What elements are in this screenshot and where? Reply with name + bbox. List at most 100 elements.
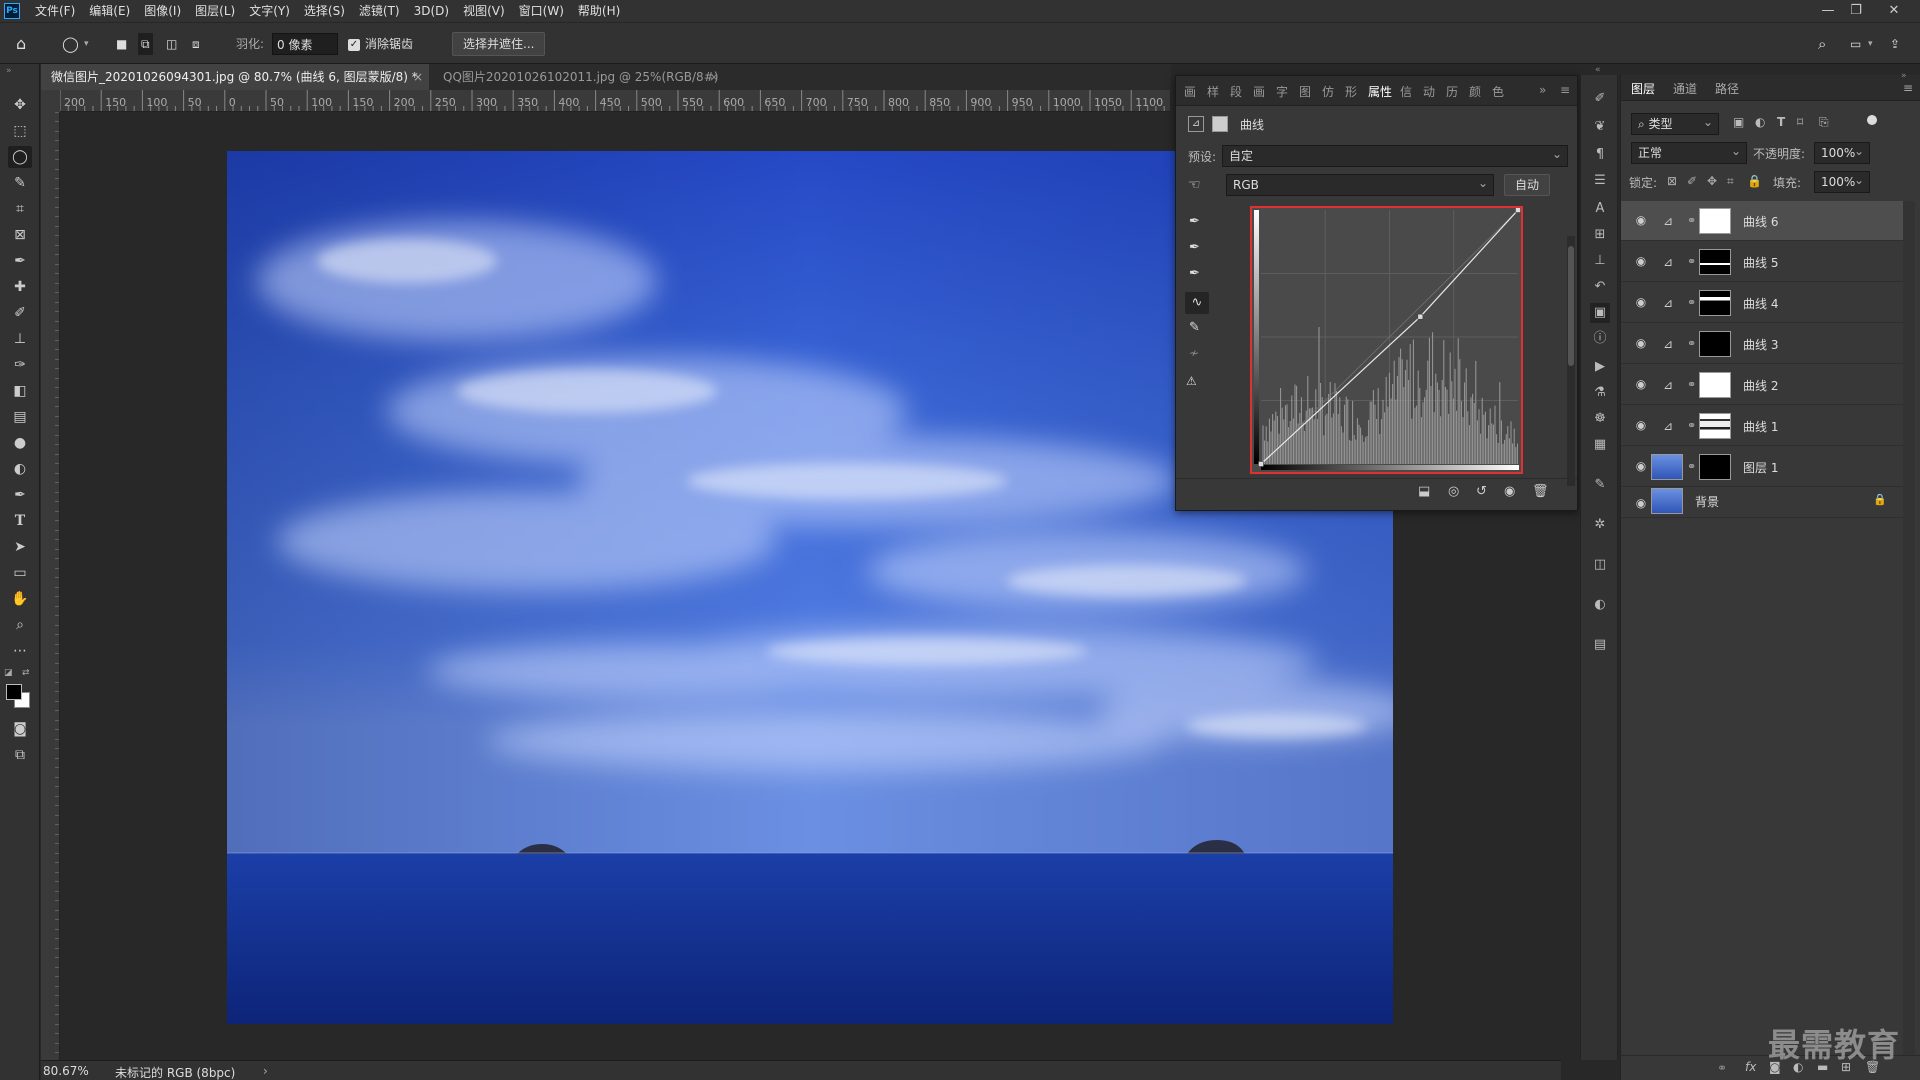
filter-type-icon[interactable]: T <box>1777 115 1785 129</box>
properties-tab[interactable]: 画 <box>1184 83 1196 100</box>
frame-tool-icon[interactable]: ⊠ <box>8 224 32 246</box>
menu-item[interactable]: 3D(D) <box>407 0 456 22</box>
preset-dropdown-icon[interactable]: ▾ <box>84 33 89 55</box>
more-tools-icon[interactable]: ⋯ <box>8 640 32 662</box>
curves-canvas[interactable] <box>1252 207 1521 472</box>
history-brush-tool-icon[interactable]: ✑ <box>8 354 32 376</box>
visibility-eye-icon[interactable]: ◉ <box>1633 418 1649 432</box>
properties-tab[interactable]: 动 <box>1423 83 1435 100</box>
link-chain-icon[interactable]: ⚭ <box>1687 336 1696 352</box>
table-panel-icon[interactable]: ▦ <box>1590 435 1610 455</box>
on-image-adjust-icon[interactable]: ☜ <box>1188 177 1201 193</box>
workspace-dropdown-icon[interactable]: ▾ <box>1868 33 1873 55</box>
zoom-level[interactable]: 80.67% <box>43 1064 89 1078</box>
clip-to-layer-icon[interactable]: ⬓ <box>1418 484 1430 499</box>
layer-mask-thumbnail[interactable] <box>1699 331 1731 357</box>
layer-mask-thumbnail[interactable] <box>1699 208 1731 234</box>
lock-all-icon[interactable]: 🔒 <box>1747 174 1762 188</box>
smooth-curve-icon[interactable]: ≁ <box>1189 346 1199 360</box>
move-tool-icon[interactable]: ✥ <box>8 94 32 116</box>
opacity-input[interactable]: 100% <box>1814 141 1870 164</box>
menu-item[interactable]: 编辑(E) <box>82 0 137 22</box>
menu-item[interactable]: 帮助(H) <box>571 0 627 22</box>
white-point-eyedropper-icon[interactable]: ✒ <box>1189 266 1200 281</box>
properties-tab[interactable]: 字 <box>1276 83 1288 100</box>
channels-mixer-icon[interactable]: ☸ <box>1590 409 1610 429</box>
status-expand-icon[interactable]: › <box>263 1064 268 1078</box>
antialias-checkbox[interactable]: ✓ 消除锯齿 <box>348 33 413 55</box>
curve-control-point[interactable] <box>1417 313 1424 320</box>
layer-name[interactable]: 图层 1 <box>1743 459 1778 476</box>
layer-mask-thumbnail[interactable] <box>1699 454 1731 480</box>
collapse-toolbar-icon[interactable]: » <box>6 66 12 76</box>
filter-adjustment-icon[interactable]: ◐ <box>1755 115 1765 129</box>
clone-source-icon[interactable]: ⊥ <box>1590 251 1610 271</box>
history-panel-icon[interactable]: ↶ <box>1590 277 1610 297</box>
libraries-panel-icon[interactable]: ◫ <box>1590 555 1610 575</box>
channel-dropdown[interactable]: RGB <box>1226 173 1494 196</box>
gradient-tool-icon[interactable]: ▤ <box>8 406 32 428</box>
layer-mask-thumbnail[interactable] <box>1699 372 1731 398</box>
layer-row[interactable]: ◉ ⊿ ⚭ 曲线 3 <box>1621 324 1903 364</box>
layers-scrollbar[interactable] <box>1903 201 1915 1061</box>
path-select-tool-icon[interactable]: ➤ <box>8 536 32 558</box>
properties-tab[interactable]: 段 <box>1230 83 1242 100</box>
filter-smart-object-icon[interactable]: ⎘ <box>1819 115 1829 130</box>
layer-name[interactable]: 曲线 3 <box>1743 336 1778 353</box>
feather-input[interactable]: 0 像素 <box>272 33 338 55</box>
notes-panel-icon[interactable]: ✎ <box>1590 475 1610 495</box>
new-selection-icon[interactable]: ■ <box>116 33 127 55</box>
fill-input[interactable]: 100% <box>1814 170 1870 193</box>
visibility-eye-icon[interactable]: ◉ <box>1633 377 1649 391</box>
add-selection-icon[interactable]: ⧉ <box>138 33 153 55</box>
properties-tab[interactable]: 色 <box>1492 83 1504 100</box>
delete-adjustment-icon[interactable]: 🗑 <box>1532 484 1549 499</box>
adjust-panel-icon[interactable]: ⚗ <box>1590 383 1610 403</box>
properties-tab[interactable]: 历 <box>1446 83 1458 100</box>
intersect-selection-icon[interactable]: ⧈ <box>192 33 200 55</box>
layer-name[interactable]: 曲线 2 <box>1743 377 1778 394</box>
curve-control-point[interactable] <box>1258 461 1264 467</box>
brush-settings-icon[interactable]: ✐ <box>1590 89 1610 109</box>
visibility-eye-icon[interactable]: ◉ <box>1633 496 1649 510</box>
tab-document-1[interactable]: 微信图片_20201026094301.jpg @ 80.7% (曲线 6, 图… <box>41 64 429 90</box>
workspace-icon[interactable]: ▭ <box>1850 33 1861 55</box>
view-previous-state-icon[interactable]: ◎ <box>1448 484 1459 499</box>
layer-mask-icon[interactable] <box>1212 116 1228 132</box>
scrollbar-thumb[interactable] <box>1568 246 1574 366</box>
filter-pixel-icon[interactable]: ▣ <box>1733 115 1744 129</box>
default-colors-icon[interactable]: ◪ <box>4 668 13 678</box>
visibility-eye-icon[interactable]: ◉ <box>1633 295 1649 309</box>
visibility-eye-icon[interactable]: ◉ <box>1633 336 1649 350</box>
filter-shape-icon[interactable]: ⌑ <box>1797 115 1803 129</box>
layer-name[interactable]: 背景 <box>1695 493 1719 510</box>
brushes-panel-icon[interactable]: ❦ <box>1590 117 1610 137</box>
layer-mask-thumbnail[interactable] <box>1699 290 1731 316</box>
menu-item[interactable]: 窗口(W) <box>512 0 571 22</box>
info-panel-icon[interactable]: ⓘ <box>1590 329 1610 349</box>
visibility-eye-icon[interactable]: ◉ <box>1633 254 1649 268</box>
close-button[interactable]: ✕ <box>1880 0 1908 22</box>
3d-panel-icon[interactable]: ✲ <box>1590 515 1610 535</box>
layer-row[interactable]: ◉ ⊿ ⚭ 曲线 1 <box>1621 406 1903 446</box>
adjustments-panel-icon[interactable]: ◐ <box>1590 595 1610 615</box>
layer-row[interactable]: ◉ ⊿ ⚭ 曲线 6 <box>1621 201 1903 241</box>
subtract-selection-icon[interactable]: ◫ <box>166 33 177 55</box>
properties-tab[interactable]: 样 <box>1207 83 1219 100</box>
layer-mask-thumbnail[interactable] <box>1699 413 1731 439</box>
layers-tab[interactable]: 图层 <box>1631 80 1655 97</box>
expand-panels-icon[interactable]: » <box>1539 83 1546 97</box>
menu-item[interactable]: 选择(S) <box>297 0 352 22</box>
stamp-tool-icon[interactable]: ⊥ <box>8 328 32 350</box>
background-thumbnail[interactable] <box>1651 488 1683 514</box>
layers-tab[interactable]: 路径 <box>1715 80 1739 97</box>
quick-select-tool-icon[interactable]: ✎ <box>8 172 32 194</box>
link-chain-icon[interactable]: ⚭ <box>1687 254 1696 270</box>
home-icon[interactable]: ⌂ <box>16 33 26 55</box>
menu-item[interactable]: 图层(L) <box>188 0 242 22</box>
menu-item[interactable]: 滤镜(T) <box>352 0 407 22</box>
collapse-layers-icon[interactable]: » <box>1901 71 1907 81</box>
link-chain-icon[interactable]: ⚭ <box>1687 213 1696 229</box>
link-chain-icon[interactable]: ⚭ <box>1687 295 1696 311</box>
lasso-tool-preset-icon[interactable]: ◯ <box>62 33 79 55</box>
